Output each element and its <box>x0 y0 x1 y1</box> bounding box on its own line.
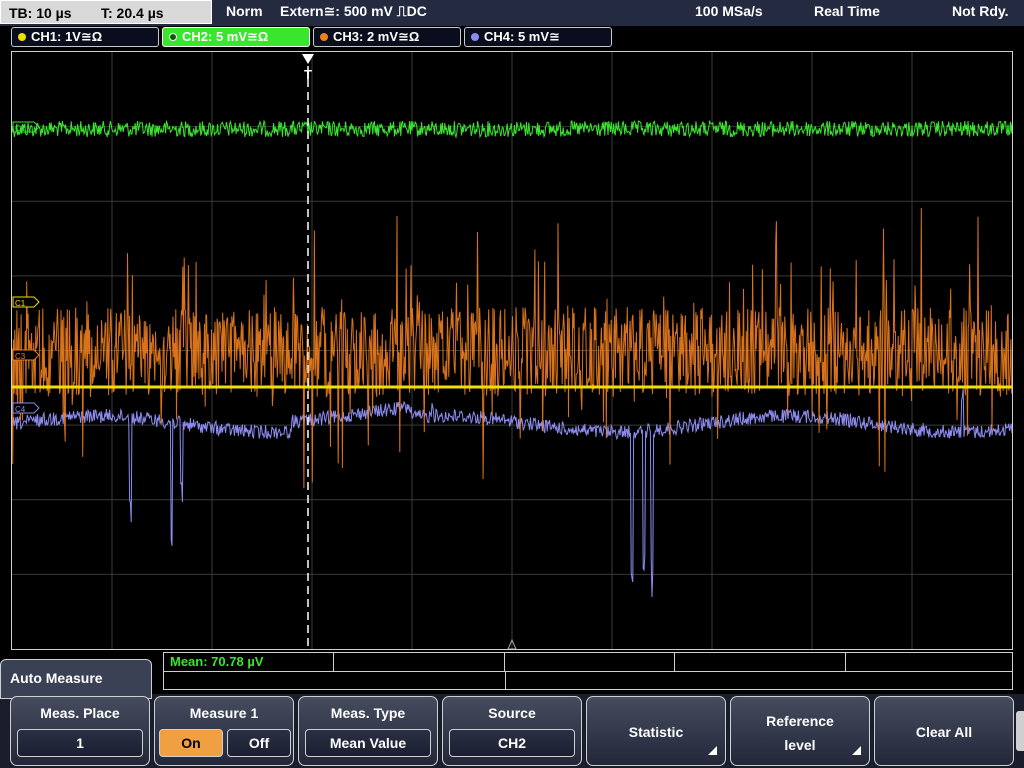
acquisition-mode: Real Time <box>814 3 880 19</box>
trigger-mode[interactable]: Norm <box>226 3 263 19</box>
trigger-time-value: T: 20.4 µs <box>101 5 164 21</box>
trigger-marker-label: T <box>304 67 312 82</box>
submenu-arrow-icon <box>708 746 717 755</box>
menu-title-text: Auto Measure <box>10 670 103 686</box>
ch2-marker-label: C2 <box>15 124 26 133</box>
meas-place-label: Meas. Place <box>40 705 120 721</box>
statistic-label: Statistic <box>628 724 684 740</box>
ch1-marker-label: C1 <box>15 299 26 308</box>
waveform-display[interactable]: T C2 C1 C3 C4 <box>11 51 1013 650</box>
tab-ch1[interactable]: CH1: 1V≅Ω <box>11 27 159 47</box>
status-bar: TB: 10 µs T: 20.4 µs Norm Extern≅: 500 m… <box>0 0 1024 26</box>
menu-title: Auto Measure <box>0 659 152 699</box>
submenu-arrow-icon <box>852 746 861 755</box>
ch1-dot-icon <box>18 32 26 41</box>
meas-type-value[interactable]: Mean Value <box>305 729 431 757</box>
tab-ch3-label: CH3: 2 mV≅Ω <box>333 29 420 44</box>
timebase-value: TB: 10 µs <box>9 5 72 21</box>
meas-divider <box>164 671 1012 672</box>
meas-cell-1[interactable]: Mean: 70.78 µV <box>164 653 334 671</box>
statistic-softkey[interactable]: Statistic <box>586 696 726 766</box>
ch3-offset-marker[interactable]: C3 <box>12 349 40 361</box>
meas-place-value[interactable]: 1 <box>17 729 143 757</box>
meas-cell-2[interactable] <box>334 653 505 671</box>
clear-all-softkey[interactable]: Clear All <box>874 696 1014 766</box>
trigger-source[interactable]: Extern≅: 500 mV ⎍DC <box>280 3 427 20</box>
tab-ch4-label: CH4: 5 mV≅ <box>484 29 560 44</box>
tab-ch3[interactable]: CH3: 2 mV≅Ω <box>313 27 461 47</box>
measure1-off-button[interactable]: Off <box>227 729 291 757</box>
ch3-marker-label: C3 <box>15 352 26 361</box>
source-value[interactable]: CH2 <box>449 729 575 757</box>
source-softkey[interactable]: Source CH2 <box>442 696 582 766</box>
ch4-marker-label: C4 <box>15 405 26 414</box>
measure1-label: Measure 1 <box>189 705 259 721</box>
ch2-dot-icon <box>169 32 177 41</box>
meas-cell-5[interactable] <box>846 653 1012 671</box>
meas-type-label: Meas. Type <box>330 705 406 721</box>
tab-ch2-label: CH2: 5 mV≅Ω <box>182 29 269 44</box>
source-label: Source <box>488 705 536 721</box>
measure1-on-button[interactable]: On <box>159 729 223 757</box>
meas-type-softkey[interactable]: Meas. Type Mean Value <box>298 696 438 766</box>
timebase-box[interactable]: TB: 10 µs T: 20.4 µs <box>0 0 212 24</box>
tab-ch2[interactable]: CH2: 5 mV≅Ω <box>162 27 310 47</box>
meas-center-divider <box>505 671 506 689</box>
tab-ch1-label: CH1: 1V≅Ω <box>31 29 103 44</box>
measurement-results: Mean: 70.78 µV <box>163 652 1013 690</box>
tab-ch4[interactable]: CH4: 5 mV≅ <box>464 27 612 47</box>
sample-rate: 100 MSa/s <box>695 3 763 19</box>
ch3-dot-icon <box>320 32 328 41</box>
ch4-dot-icon <box>471 32 479 41</box>
meas-place-softkey[interactable]: Meas. Place 1 <box>10 696 150 766</box>
ch4-offset-marker[interactable]: C4 <box>12 402 40 414</box>
ch1-offset-marker[interactable]: C1 <box>12 296 40 308</box>
meas-cell-3[interactable] <box>505 653 675 671</box>
menu-expand-handle[interactable] <box>1016 711 1024 751</box>
reference-label-1: Reference <box>766 713 834 729</box>
reference-level-softkey[interactable]: Reference level <box>730 696 870 766</box>
trigger-status: Not Rdy. <box>952 3 1009 19</box>
measure1-softkey[interactable]: Measure 1 On Off <box>154 696 294 766</box>
mean-result: Mean: 70.78 µV <box>170 654 264 669</box>
clear-all-label: Clear All <box>915 724 973 740</box>
meas-cell-4[interactable] <box>675 653 846 671</box>
waveform-canvas: T C2 C1 C3 C4 <box>12 52 1012 649</box>
reference-label-2: level <box>784 737 816 753</box>
